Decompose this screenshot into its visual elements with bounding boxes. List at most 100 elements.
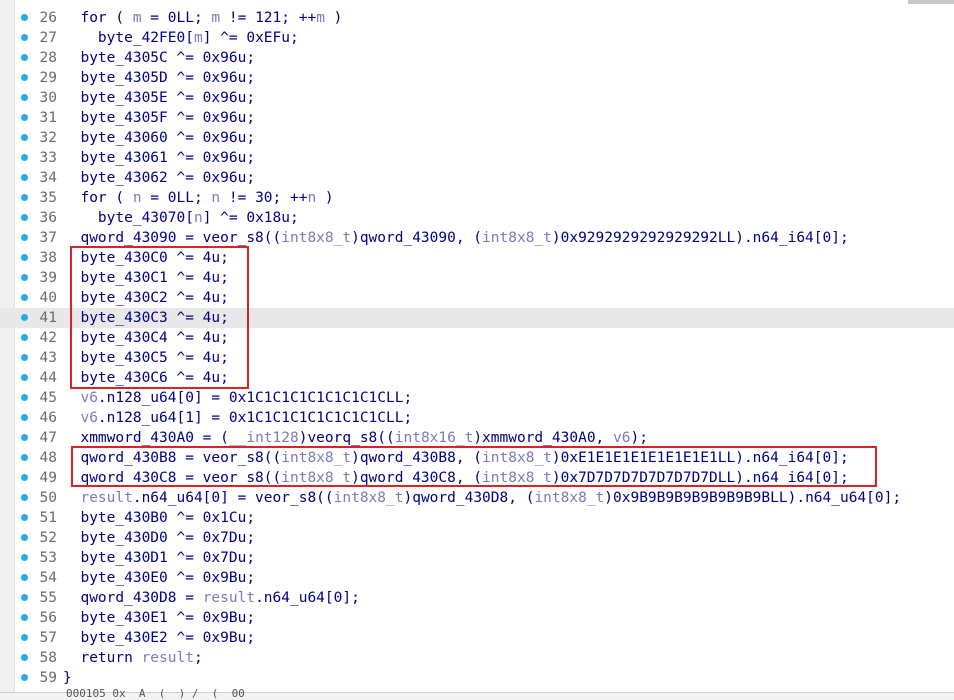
breakpoint-dot-icon[interactable] <box>21 54 28 61</box>
code-token: result <box>63 490 133 506</box>
code-token: int8x8_t <box>333 490 404 506</box>
code-line[interactable]: 29 byte_4305D ^= 0x96u; <box>0 68 954 88</box>
code-line[interactable]: 26 for ( m = 0LL; m != 121; ++m ) <box>0 8 954 28</box>
code-line[interactable]: 35 for ( n = 0LL; n != 30; ++n ) <box>0 188 954 208</box>
line-number: 43 <box>39 350 57 366</box>
breakpoint-dot-icon[interactable] <box>21 154 28 161</box>
breakpoint-dot-icon[interactable] <box>21 194 28 201</box>
breakpoint-dot-icon[interactable] <box>21 214 28 221</box>
code-token: m <box>316 10 325 26</box>
breakpoint-dot-icon[interactable] <box>21 234 28 241</box>
code-token: for ( <box>63 10 133 26</box>
breakpoint-dot-icon[interactable] <box>21 314 28 321</box>
code-line[interactable]: 33 byte_43061 ^= 0x96u; <box>0 148 954 168</box>
code-token: int8x8_t <box>534 490 605 506</box>
breakpoint-dot-icon[interactable] <box>21 374 28 381</box>
code-line[interactable]: 57 byte_430E2 ^= 0x9Bu; <box>0 628 954 648</box>
line-number: 36 <box>39 210 57 226</box>
code-text: byte_430E0 ^= 0x9Bu; <box>63 568 255 588</box>
code-line[interactable]: 51 byte_430B0 ^= 0x1Cu; <box>0 508 954 528</box>
breakpoint-dot-icon[interactable] <box>21 454 28 461</box>
code-token: )0x9292929292929292LL).n64_i64[0]; <box>551 230 849 246</box>
code-text: byte_430D0 ^= 0x7Du; <box>63 528 255 548</box>
code-text: } <box>63 668 72 688</box>
code-line[interactable]: 53 byte_430D1 ^= 0x7Du; <box>0 548 954 568</box>
line-number: 58 <box>39 650 57 666</box>
code-token: for ( <box>63 190 133 206</box>
breakpoint-dot-icon[interactable] <box>21 434 28 441</box>
horizontal-scrollbar[interactable] <box>908 0 954 4</box>
line-number: 51 <box>39 510 57 526</box>
code-line[interactable]: 46 v6.n128_u64[1] = 0x1C1C1C1C1C1C1C1CLL… <box>0 408 954 428</box>
breakpoint-dot-icon[interactable] <box>21 654 28 661</box>
code-text: byte_430E1 ^= 0x9Bu; <box>63 608 255 628</box>
code-token: byte_43060 ^= 0x96u; <box>63 130 256 146</box>
breakpoint-dot-icon[interactable] <box>21 414 28 421</box>
code-token: )qword_43090, ( <box>351 230 483 246</box>
code-line[interactable]: 54 byte_430E0 ^= 0x9Bu; <box>0 568 954 588</box>
code-line[interactable]: 59} <box>0 668 954 688</box>
breakpoint-dot-icon[interactable] <box>21 334 28 341</box>
line-number: 57 <box>39 630 57 646</box>
breakpoint-dot-icon[interactable] <box>21 254 28 261</box>
code-token: ) <box>324 10 343 26</box>
code-text: byte_43070[n] ^= 0x18u; <box>63 208 299 228</box>
code-text: byte_4305D ^= 0x96u; <box>63 68 255 88</box>
breakpoint-dot-icon[interactable] <box>21 34 28 41</box>
breakpoint-dot-icon[interactable] <box>21 274 28 281</box>
line-number: 29 <box>39 70 57 86</box>
code-line[interactable]: 32 byte_43060 ^= 0x96u; <box>0 128 954 148</box>
code-line[interactable]: 36 byte_43070[n] ^= 0x18u; <box>0 208 954 228</box>
code-line[interactable]: 50 result.n64_u64[0] = veor_s8((int8x8_t… <box>0 488 954 508</box>
breakpoint-dot-icon[interactable] <box>21 634 28 641</box>
code-line[interactable]: 55 qword_430D8 = result.n64_u64[0]; <box>0 588 954 608</box>
code-token: return <box>63 650 142 666</box>
breakpoint-dot-icon[interactable] <box>21 114 28 121</box>
code-line[interactable]: 31 byte_4305F ^= 0x96u; <box>0 108 954 128</box>
line-number: 44 <box>39 370 57 386</box>
code-line[interactable]: 34 byte_43062 ^= 0x96u; <box>0 168 954 188</box>
code-line[interactable]: 28 byte_4305C ^= 0x96u; <box>0 48 954 68</box>
code-line[interactable]: 52 byte_430D0 ^= 0x7Du; <box>0 528 954 548</box>
code-token: byte_4305C ^= 0x96u; <box>63 50 256 66</box>
breakpoint-dot-icon[interactable] <box>21 294 28 301</box>
breakpoint-dot-icon[interactable] <box>21 394 28 401</box>
breakpoint-dot-icon[interactable] <box>21 514 28 521</box>
annotation-box-qwords <box>71 446 877 487</box>
breakpoint-dot-icon[interactable] <box>21 534 28 541</box>
code-text: byte_43061 ^= 0x96u; <box>63 148 255 168</box>
line-number: 47 <box>39 430 57 446</box>
breakpoint-dot-icon[interactable] <box>21 474 28 481</box>
code-token: m <box>211 10 221 26</box>
code-line[interactable]: 37 qword_43090 = veor_s8((int8x8_t)qword… <box>0 228 954 248</box>
line-number: 55 <box>39 590 57 606</box>
code-token: byte_4305F ^= 0x96u; <box>63 110 256 126</box>
breakpoint-dot-icon[interactable] <box>21 354 28 361</box>
code-token: .n128_u64[1] = 0x1C1C1C1C1C1C1C1CLL; <box>97 410 413 426</box>
breakpoint-dot-icon[interactable] <box>21 174 28 181</box>
code-line[interactable]: 47 xmmword_430A0 = (__int128)veorq_s8((i… <box>0 428 954 448</box>
code-token: int8x8_t <box>281 230 352 246</box>
line-number: 52 <box>39 530 57 546</box>
code-token: ] ^= 0x18u; <box>202 210 299 226</box>
code-text: byte_43062 ^= 0x96u; <box>63 168 255 188</box>
code-line[interactable]: 30 byte_4305E ^= 0x96u; <box>0 88 954 108</box>
breakpoint-dot-icon[interactable] <box>21 574 28 581</box>
code-line[interactable]: 45 v6.n128_u64[0] = 0x1C1C1C1C1C1C1C1CLL… <box>0 388 954 408</box>
code-line[interactable]: 56 byte_430E1 ^= 0x9Bu; <box>0 608 954 628</box>
code-text: return result; <box>63 648 202 668</box>
breakpoint-dot-icon[interactable] <box>21 554 28 561</box>
code-line[interactable]: 58 return result; <box>0 648 954 668</box>
breakpoint-dot-icon[interactable] <box>21 674 28 681</box>
breakpoint-dot-icon[interactable] <box>21 494 28 501</box>
code-token: byte_430E0 ^= 0x9Bu; <box>63 570 256 586</box>
code-line[interactable]: 27 byte_42FE0[m] ^= 0xEFu; <box>0 28 954 48</box>
breakpoint-dot-icon[interactable] <box>21 614 28 621</box>
breakpoint-dot-icon[interactable] <box>21 74 28 81</box>
breakpoint-dot-icon[interactable] <box>21 134 28 141</box>
breakpoint-dot-icon[interactable] <box>21 94 28 101</box>
breakpoint-dot-icon[interactable] <box>21 14 28 21</box>
code-token: byte_430E2 ^= 0x9Bu; <box>63 630 256 646</box>
code-text: qword_430D8 = result.n64_u64[0]; <box>63 588 359 608</box>
breakpoint-dot-icon[interactable] <box>21 594 28 601</box>
